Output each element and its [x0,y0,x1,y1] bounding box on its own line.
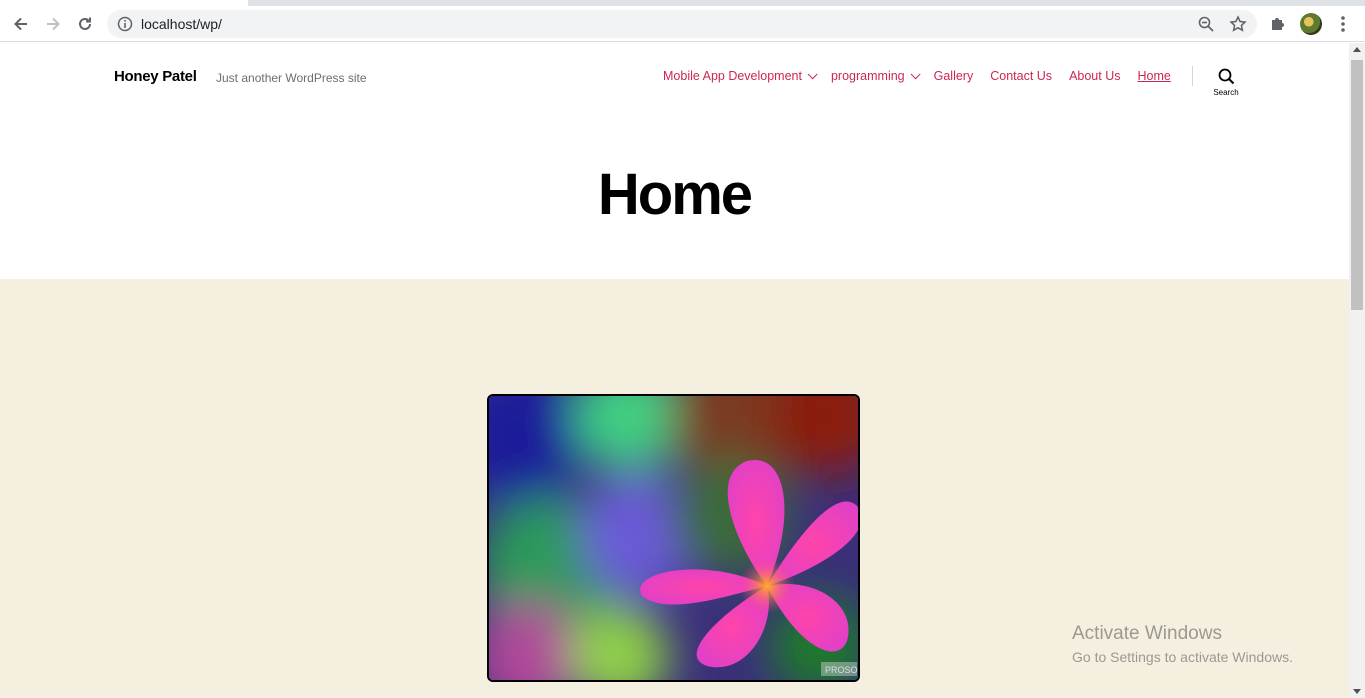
menu-item-label: Home [1137,69,1171,83]
chevron-down-icon [910,68,921,79]
menu-item-contact-us[interactable]: Contact Us [990,69,1052,83]
frangipani-flower-photo: PROSO [489,396,858,680]
menu-item-label: Gallery [933,69,974,83]
search-toggle-button[interactable]: Search [1210,68,1242,97]
chevron-down-icon [807,68,818,79]
page-title: Home [597,162,753,227]
site-description: Just another WordPress site [216,71,367,85]
scroll-down-arrow-icon[interactable] [1353,689,1361,694]
zoom-out-icon[interactable] [1197,15,1215,33]
site-title[interactable]: Honey Patel [114,68,197,85]
back-arrow-icon [14,17,27,31]
bookmark-star-icon[interactable] [1229,15,1247,33]
menu-item-home[interactable]: Home [1137,69,1170,83]
watermark-line2: Go to Settings to activate Windows. [1072,649,1293,665]
menu-item-about-us[interactable]: About Us [1069,69,1120,83]
flower-image: PROSO [487,394,860,682]
watermark-line1: Activate Windows [1072,623,1222,644]
menu-item-programming[interactable]: programming [830,68,921,83]
menu-item-mobile-app-development[interactable]: Mobile App Development [663,68,818,83]
browser-toolbar: localhost/wp/ [0,6,1365,42]
scroll-up-arrow-icon[interactable] [1353,47,1361,52]
more-vert-icon[interactable] [1334,14,1352,34]
activate-windows-watermark: Activate Windows Go to Settings to activ… [1072,623,1293,665]
menu-item-gallery[interactable]: Gallery [934,69,974,83]
menu-item-label: Mobile App Development [663,69,802,83]
image-watermark-text: PROSO [825,665,858,675]
vertical-scrollbar[interactable] [1349,43,1365,698]
page-viewport: Honey Patel Just another WordPress site … [0,43,1349,698]
reload-button[interactable] [73,12,97,36]
profile-avatar[interactable] [1300,13,1322,35]
reload-icon [79,17,91,30]
forward-button[interactable] [41,12,65,36]
search-icon [1218,68,1234,85]
menu-item-label: programming [830,69,905,83]
menu-item-label: About Us [1069,69,1121,83]
back-button[interactable] [9,12,33,36]
url-text[interactable]: localhost/wp/ [141,16,222,32]
search-label: Search [1213,88,1239,97]
menu-item-label: Contact Us [990,69,1053,83]
extensions-puzzle-icon[interactable] [1269,14,1287,32]
info-icon[interactable] [117,16,133,32]
scrollbar-thumb[interactable] [1351,60,1363,310]
primary-menu: Mobile App Development programming Galle… [663,68,1188,83]
forward-arrow-icon [47,17,60,31]
address-bar[interactable]: localhost/wp/ [107,10,1257,38]
header-divider [1192,66,1193,86]
